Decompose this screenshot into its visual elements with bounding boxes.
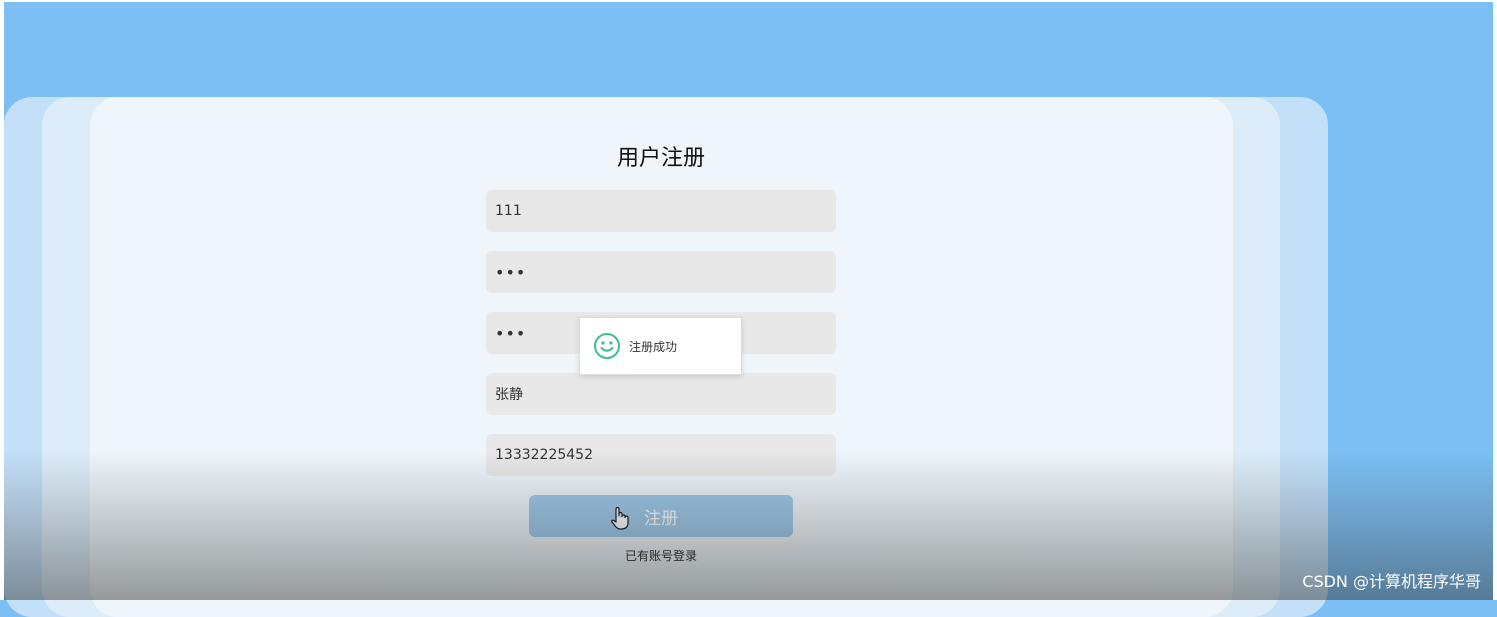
success-toast: 注册成功 — [579, 317, 742, 375]
password-input[interactable] — [486, 251, 836, 293]
hand-cursor-icon — [611, 506, 629, 530]
toast-message: 注册成功 — [629, 339, 678, 354]
register-button[interactable]: 注册 — [529, 495, 793, 537]
smile-icon — [594, 333, 620, 359]
phone-input[interactable] — [486, 434, 836, 476]
watermark: CSDN @计算机程序华哥 — [1302, 572, 1481, 591]
name-input[interactable] — [486, 373, 836, 415]
login-link[interactable]: 已有账号登录 — [0, 547, 1322, 564]
username-input[interactable] — [486, 190, 836, 232]
page-title: 用户注册 — [616, 146, 705, 171]
